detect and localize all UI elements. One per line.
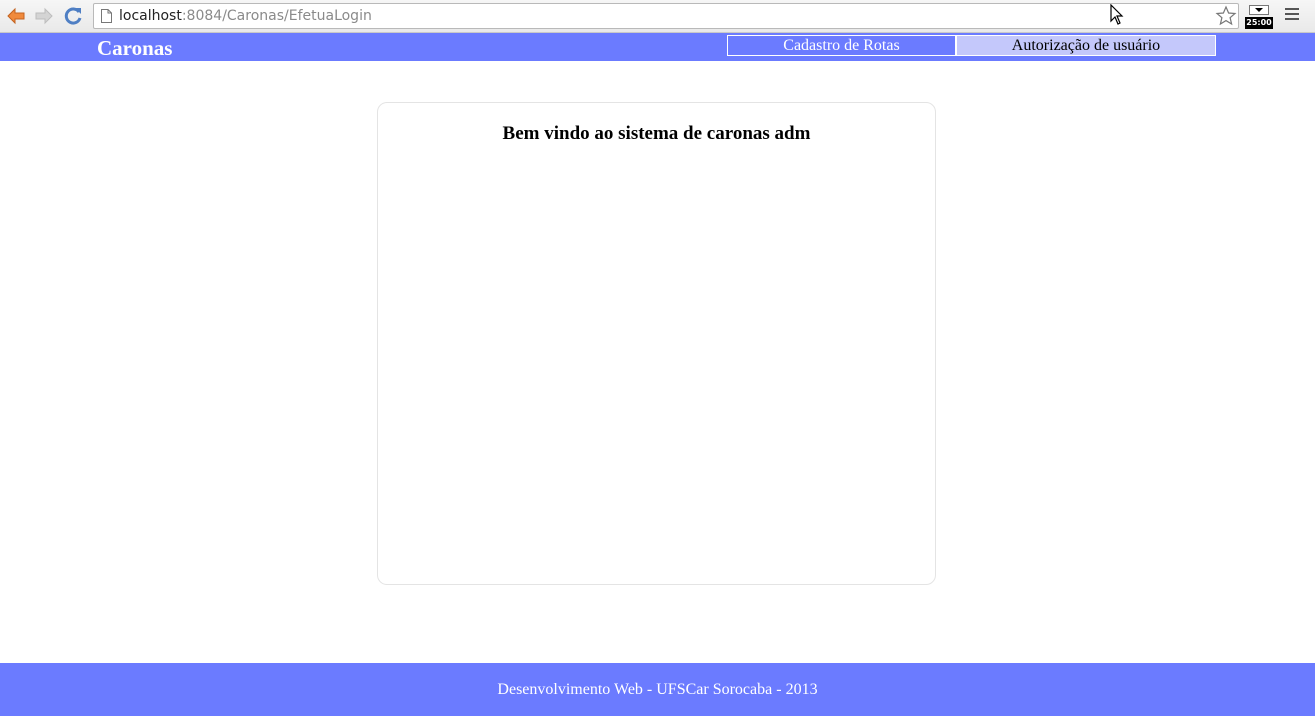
brand-logo[interactable]: Caronas: [97, 36, 172, 60]
bookmark-star-icon[interactable]: [1215, 5, 1237, 27]
url-path: :8084/Caronas/EfetuaLogin: [181, 8, 372, 24]
nav-tab-cadastro-rotas[interactable]: Cadastro de Rotas: [727, 35, 956, 56]
site-footer: Desenvolvimento Web - UFSCar Sorocaba - …: [0, 663, 1315, 716]
browser-menu-icon[interactable]: [1285, 8, 1299, 24]
url-text: localhost:8084/Caronas/EfetuaLogin: [119, 4, 372, 28]
mouse-cursor-icon: [1110, 4, 1124, 25]
footer-text: Desenvolvimento Web - UFSCar Sorocaba - …: [497, 681, 818, 698]
url-host: localhost: [119, 8, 182, 24]
welcome-heading: Bem vindo ao sistema de caronas adm: [502, 123, 811, 144]
back-arrow-icon[interactable]: [5, 5, 27, 27]
forward-arrow-icon[interactable]: [33, 5, 55, 27]
dropdown-arrow-icon: [1249, 5, 1269, 15]
site-header: Caronas Cadastro de Rotas Autorização de…: [0, 33, 1315, 61]
reload-icon[interactable]: [62, 5, 84, 27]
timer-badge: 25:00: [1245, 17, 1273, 29]
timer-extension-icon[interactable]: 25:00: [1245, 5, 1273, 29]
address-bar[interactable]: localhost:8084/Caronas/EfetuaLogin: [93, 3, 1239, 29]
nav-tab-autorizacao-usuario[interactable]: Autorização de usuário: [956, 35, 1216, 56]
welcome-card: Bem vindo ao sistema de caronas adm: [377, 102, 936, 585]
browser-toolbar: localhost:8084/Caronas/EfetuaLogin 25:00: [0, 0, 1315, 33]
page-icon: [101, 9, 112, 23]
